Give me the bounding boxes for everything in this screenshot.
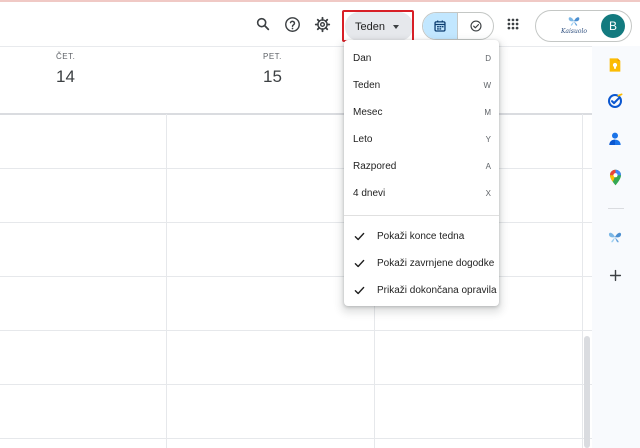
org-logo-text: Kaisuolo (560, 28, 588, 35)
menu-item-week[interactable]: Teden W (344, 72, 499, 99)
help-icon (284, 16, 300, 32)
side-panel (592, 46, 640, 448)
avatar[interactable]: B (601, 14, 625, 38)
menu-item-month[interactable]: Mesec M (344, 99, 499, 126)
addon-button[interactable] (606, 228, 624, 246)
settings-icon (314, 16, 330, 32)
menu-item-shortcut: D (485, 54, 491, 63)
menu-item-shortcut: X (485, 189, 491, 198)
menu-item-label: 4 dnevi (353, 188, 386, 199)
settings-button[interactable] (308, 10, 336, 38)
day-name: ČET. (56, 52, 76, 61)
tasks-view-button[interactable] (458, 13, 493, 39)
search-icon (256, 17, 270, 31)
view-selector-label: Teden (355, 20, 385, 33)
menu-item-label: Razpored (353, 161, 397, 172)
menu-item-label: Teden (353, 80, 381, 91)
calendar-tasks-toggle (422, 12, 494, 40)
tasks-button[interactable] (606, 92, 624, 110)
tasks-check-icon (469, 20, 482, 32)
view-menu: Dan D Teden W Mesec M Leto Y Razpored A … (344, 40, 499, 306)
side-panel-divider (608, 208, 624, 209)
org-logo: Kaisuolo (556, 15, 592, 39)
check-icon (354, 232, 365, 241)
menu-item-day[interactable]: Dan D (344, 45, 499, 72)
add-icon (609, 269, 621, 281)
day-column-divider (582, 114, 583, 448)
grid-scrollbar[interactable] (584, 336, 590, 448)
tasks-icon (608, 93, 623, 108)
menu-option-label: Pokaži zavrnjene dogodke (377, 258, 495, 269)
menu-item-label: Dan (353, 53, 372, 64)
search-button[interactable] (249, 10, 277, 38)
header-divider (0, 46, 592, 47)
view-selector-dropdown[interactable]: Teden (345, 12, 413, 41)
apps-button[interactable] (499, 10, 527, 38)
maps-button[interactable] (606, 168, 624, 186)
menu-item-shortcut: A (485, 162, 491, 171)
menu-item-label: Leto (353, 134, 373, 145)
menu-option-show-completed-tasks[interactable]: Prikaži dokončana opravila (344, 277, 499, 304)
hour-line (0, 276, 592, 277)
hour-line (0, 222, 592, 223)
hour-line (0, 438, 592, 439)
day-header-thursday[interactable]: ČET. 14 (56, 52, 75, 87)
menu-item-schedule[interactable]: Razpored A (344, 153, 499, 180)
day-header-friday[interactable]: PET. 15 (263, 52, 282, 87)
account-switcher[interactable]: Kaisuolo B (535, 10, 632, 42)
check-icon (354, 286, 365, 295)
day-number[interactable]: 15 (263, 67, 282, 87)
menu-item-4-days[interactable]: 4 dnevi X (344, 180, 499, 207)
menu-item-shortcut: Y (485, 135, 491, 144)
menu-option-label: Pokaži konce tedna (377, 231, 465, 242)
addon-icon (608, 232, 622, 243)
contacts-button[interactable] (606, 130, 624, 148)
day-number[interactable]: 14 (56, 67, 75, 87)
get-addons-button[interactable] (606, 266, 624, 284)
menu-option-show-declined[interactable]: Pokaži zavrnjene dogodke (344, 250, 499, 277)
hour-line (0, 168, 592, 169)
contacts-icon (609, 132, 621, 145)
butterfly-logo-icon (568, 17, 580, 26)
day-name: PET. (263, 52, 282, 61)
hour-line (0, 384, 592, 385)
menu-item-shortcut: W (483, 81, 491, 90)
check-icon (354, 259, 365, 268)
maps-icon (609, 169, 621, 185)
help-button[interactable] (278, 10, 306, 38)
calendar-app: Teden Kaisuolo B ČET. 14 PET. 15 Dan D T… (0, 0, 640, 448)
menu-divider (344, 215, 499, 216)
day-column-divider (166, 114, 167, 448)
calendar-icon (434, 20, 446, 32)
keep-button[interactable] (606, 56, 624, 74)
apps-grid-icon (507, 18, 519, 30)
menu-item-year[interactable]: Leto Y (344, 126, 499, 153)
menu-option-show-weekends[interactable]: Pokaži konce tedna (344, 223, 499, 250)
time-grid[interactable] (0, 114, 592, 448)
menu-item-shortcut: M (484, 108, 491, 117)
keep-icon (609, 58, 621, 72)
caret-down-icon (393, 25, 399, 29)
hour-line (0, 330, 592, 331)
menu-item-label: Mesec (353, 107, 383, 118)
menu-option-label: Prikaži dokončana opravila (377, 285, 497, 296)
top-toolbar: Teden Kaisuolo B (0, 2, 640, 46)
calendar-view-button[interactable] (423, 13, 459, 39)
